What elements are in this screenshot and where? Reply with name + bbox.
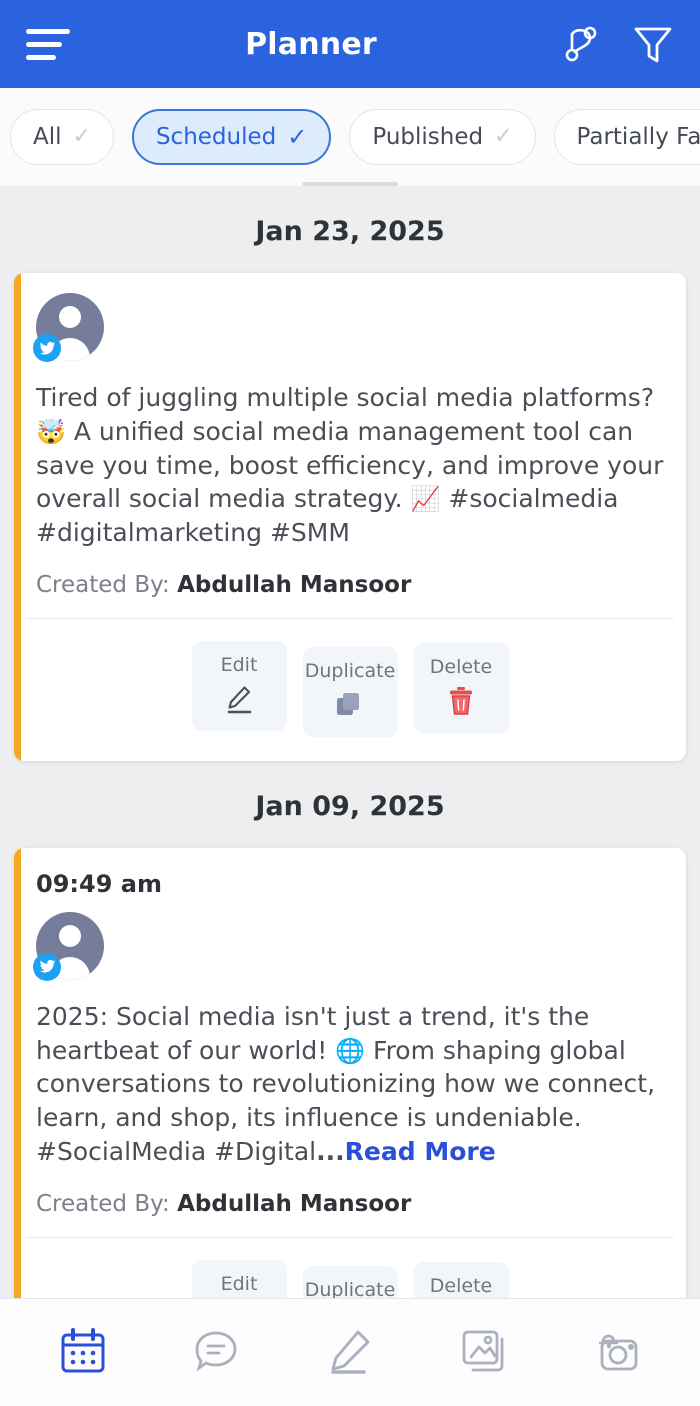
check-icon: ✓	[494, 124, 513, 149]
compose-pencil-icon	[325, 1326, 375, 1380]
page-title: Planner	[245, 26, 377, 62]
post-text: 2025: Social media isn't just a trend, i…	[36, 986, 664, 1169]
nav-item-messages[interactable]	[168, 1313, 264, 1393]
duplicate-button[interactable]: Duplicate	[302, 1265, 398, 1298]
created-by-name: Abdullah Mansoor	[177, 1190, 412, 1217]
edit-button-label: Edit	[220, 653, 258, 676]
hamburger-line	[26, 54, 56, 60]
hamburger-line	[26, 41, 62, 47]
planner-screen: Planner All ✓ Scheduled ✓ Published ✓ Pa…	[0, 0, 700, 1406]
post-feed[interactable]: Jan 23, 2025 Tired of juggling multiple …	[0, 186, 700, 1298]
check-icon: ✓	[72, 124, 91, 149]
filter-funnel-icon[interactable]	[632, 21, 674, 67]
twitter-badge-icon	[33, 952, 61, 981]
chat-bubble-icon	[191, 1326, 241, 1380]
duplicate-button[interactable]: Duplicate	[302, 646, 398, 737]
delete-button[interactable]: Delete	[413, 1261, 509, 1298]
filter-chip-label: Scheduled	[155, 124, 277, 150]
check-icon: ✓	[287, 123, 308, 151]
created-by: Created By: Abdullah Mansoor	[36, 1169, 664, 1237]
post-card[interactable]: 09:49 am 2025: Social media isn't just a…	[14, 847, 686, 1298]
post-text-part: Tired of juggling multiple social media …	[36, 383, 655, 412]
nav-item-media[interactable]	[436, 1313, 532, 1393]
post-card-body: 09:49 am 2025: Social media isn't just a…	[14, 848, 686, 1237]
bottom-navigation	[0, 1298, 700, 1406]
filter-chip-label: All	[33, 124, 62, 150]
date-group-header: Jan 23, 2025	[255, 216, 445, 247]
post-card[interactable]: Tired of juggling multiple social media …	[14, 273, 686, 761]
read-more-link[interactable]: Read More	[345, 1137, 496, 1166]
delete-button-label: Delete	[429, 655, 493, 678]
nav-item-calendar[interactable]	[35, 1313, 131, 1393]
post-actions: Edit Duplicate Delete	[14, 1238, 686, 1298]
created-by-label: Created By:	[36, 1190, 170, 1217]
duplicate-button-label: Duplicate	[304, 1278, 396, 1298]
duplicate-button-label: Duplicate	[304, 659, 396, 682]
copy-icon	[335, 688, 365, 722]
post-time: 09:49 am	[36, 869, 162, 898]
scroll-indicator	[302, 182, 398, 186]
media-gallery-icon	[459, 1326, 509, 1380]
chart-up-emoji: 📈	[410, 485, 441, 514]
filter-chip-partially-failed[interactable]: Partially Failed ✓	[553, 109, 700, 165]
branch-workflow-icon[interactable]	[560, 21, 602, 67]
mind-blown-emoji: 🤯	[36, 417, 66, 446]
created-by-label: Created By:	[36, 571, 170, 598]
truncation-ellipsis: ...	[316, 1136, 345, 1166]
camera-notification-icon	[592, 1326, 642, 1380]
pencil-icon	[223, 682, 255, 716]
globe-emoji: 🌐	[335, 1036, 366, 1065]
avatar-head	[59, 924, 81, 947]
filter-chip-scheduled[interactable]: Scheduled ✓	[131, 109, 332, 165]
avatar	[33, 293, 104, 362]
avatar-head	[59, 306, 81, 328]
app-header: Planner	[0, 0, 700, 88]
filter-chip-all[interactable]: All ✓	[10, 109, 114, 165]
calendar-icon	[58, 1326, 108, 1380]
trash-icon	[446, 684, 476, 718]
created-by-name: Abdullah Mansoor	[177, 571, 412, 598]
created-by: Created By: Abdullah Mansoor	[36, 550, 664, 618]
post-text: Tired of juggling multiple social media …	[36, 367, 664, 550]
nav-item-notifications[interactable]	[569, 1313, 665, 1393]
filter-chip-published[interactable]: Published ✓	[349, 109, 536, 165]
post-card-body: Tired of juggling multiple social media …	[14, 273, 686, 618]
post-actions: Edit Duplicate Delete	[14, 619, 686, 761]
nav-item-compose[interactable]	[302, 1313, 398, 1393]
delete-button[interactable]: Delete	[413, 642, 509, 733]
status-filter-bar[interactable]: All ✓ Scheduled ✓ Published ✓ Partially …	[0, 88, 700, 186]
filter-chip-label: Partially Failed	[576, 124, 700, 150]
avatar	[33, 911, 104, 981]
header-actions	[560, 21, 674, 67]
twitter-badge-icon	[33, 334, 61, 362]
edit-button[interactable]: Edit	[191, 640, 287, 731]
edit-button-label: Edit	[220, 1272, 258, 1295]
filter-chip-label: Published	[372, 124, 484, 150]
date-group-header: Jan 09, 2025	[255, 790, 445, 822]
delete-button-label: Delete	[429, 1274, 493, 1297]
edit-button[interactable]: Edit	[191, 1259, 287, 1298]
